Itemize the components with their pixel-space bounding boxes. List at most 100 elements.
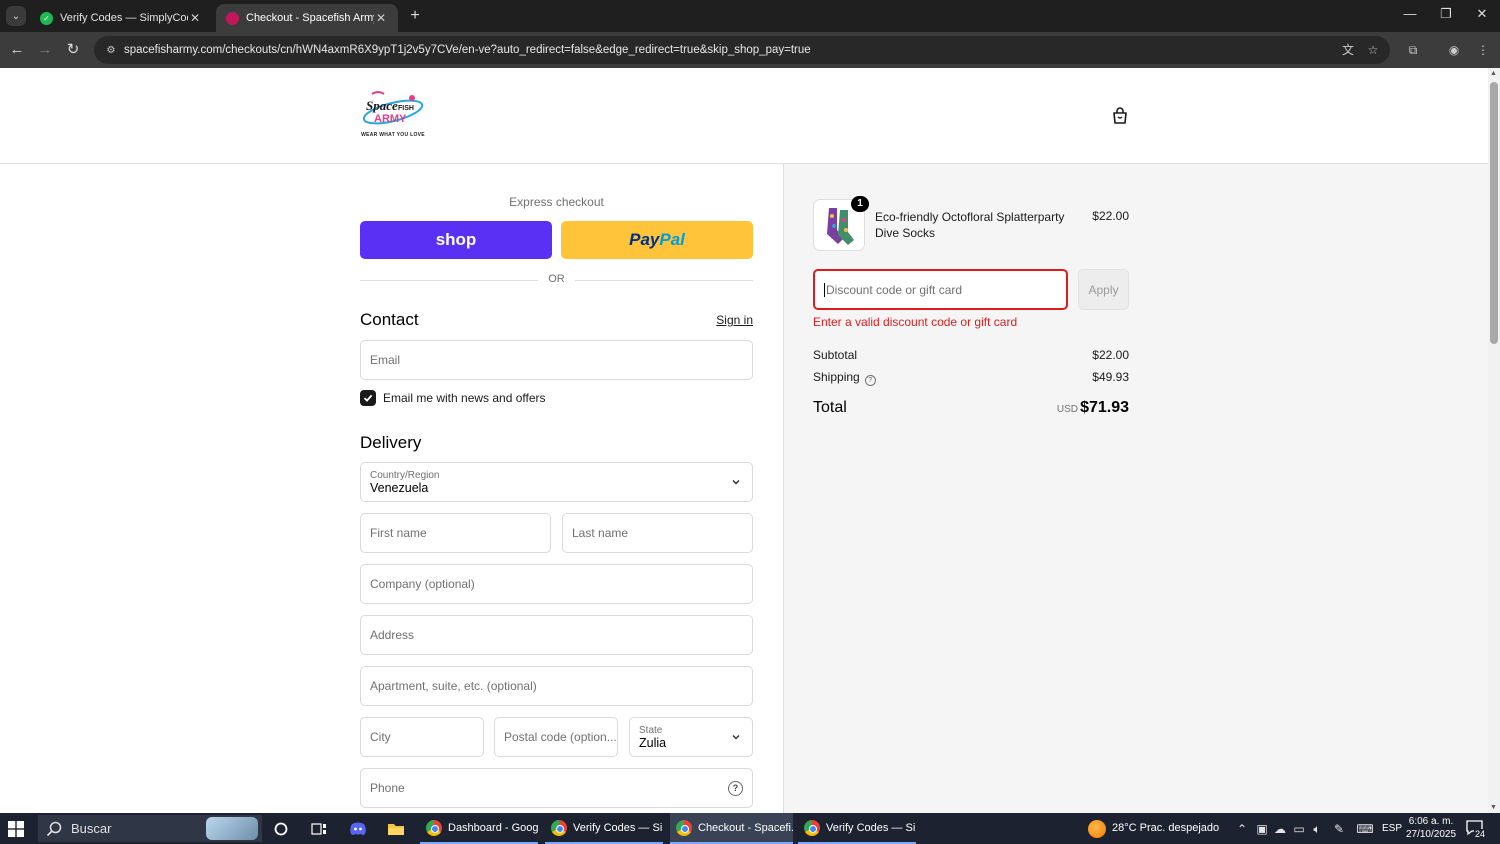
shipping-info-icon[interactable]: ?: [864, 375, 876, 386]
contact-title: Contact: [360, 310, 419, 329]
text-caret: [824, 282, 825, 297]
tab-title: Checkout - Spacefish Army: [246, 12, 374, 24]
subtotal-value: $22.00: [1092, 348, 1129, 362]
apartment-field[interactable]: Apartment, suite, etc. (optional): [360, 666, 753, 706]
network-icon[interactable]: ▭: [1290, 820, 1308, 838]
taskbar-clock[interactable]: 6:06 a. m. 27/10/2025: [1400, 815, 1462, 841]
state-value: Zulia: [639, 735, 667, 750]
search-highlight-image: [206, 817, 258, 840]
browser-toolbar: ← → ↻ ⚙ spacefisharmy.com/checkouts/cn/h…: [0, 32, 1500, 68]
city-field[interactable]: City: [360, 717, 484, 757]
restore-icon[interactable]: ❐: [1435, 6, 1457, 22]
volume-icon[interactable]: 🔈︎: [1308, 820, 1326, 838]
logo-tagline: WEAR WHAT YOU LOVE: [361, 132, 425, 138]
postal-code-field[interactable]: Postal code (option...: [494, 717, 618, 757]
chevron-down-icon: [732, 734, 740, 740]
tab-checkout[interactable]: Checkout - Spacefish Army ✕: [216, 4, 398, 32]
menu-kebab-icon[interactable]: ⋮: [1474, 41, 1492, 59]
email-field[interactable]: Email: [360, 340, 753, 380]
task-view-icon[interactable]: [310, 820, 328, 838]
country-select[interactable]: Country/Region Venezuela: [360, 462, 753, 502]
windows-start-icon[interactable]: [8, 821, 24, 837]
help-question-icon[interactable]: ?: [728, 781, 743, 796]
reload-icon[interactable]: ↻: [63, 40, 83, 60]
simplycodes-favicon-icon: ✓: [40, 11, 53, 25]
bookmark-star-icon[interactable]: ☆: [1364, 41, 1382, 59]
tab-search-icon[interactable]: ⌄: [6, 6, 26, 26]
state-select[interactable]: State Zulia: [629, 717, 753, 757]
paypal-pal-label: Pal: [659, 230, 685, 249]
shopping-bag-icon[interactable]: [1110, 106, 1130, 126]
page-scrollbar[interactable]: ▲ ▼: [1488, 68, 1500, 813]
chrome-icon: [426, 819, 442, 836]
chrome-icon: [551, 819, 567, 836]
input-language[interactable]: ESP: [1382, 823, 1402, 834]
url-text[interactable]: spacefisharmy.com/checkouts/cn/hWN4axmR6…: [124, 44, 811, 56]
scroll-down-arrow-icon[interactable]: ▼: [1490, 804, 1497, 811]
discount-code-input[interactable]: Discount code or gift card: [813, 269, 1068, 310]
scroll-up-arrow-icon[interactable]: ▲: [1490, 70, 1497, 77]
close-tab-icon[interactable]: ✕: [374, 11, 388, 25]
translate-icon[interactable]: 文: [1339, 41, 1357, 59]
newsletter-label: Email me with news and offers: [383, 391, 546, 405]
taskbar-app-verify-codes[interactable]: Verify Codes — Sim...: [545, 813, 663, 844]
subtotal-label: Subtotal: [813, 348, 858, 362]
close-window-icon[interactable]: ✕: [1471, 6, 1493, 22]
weather-text[interactable]: 28°C Prac. despejado: [1112, 822, 1219, 834]
apply-discount-button[interactable]: Apply: [1078, 269, 1129, 310]
windows-taskbar: Buscar Dashboard - Googl... Verify Codes…: [0, 813, 1500, 844]
discord-icon[interactable]: [349, 820, 367, 838]
paypal-button[interactable]: Pay Pal: [561, 221, 753, 259]
phone-field[interactable]: Phone ?: [360, 768, 753, 808]
shipping-row: Shipping?: [813, 370, 876, 386]
or-divider: OR: [360, 273, 753, 287]
onedrive-cloud-icon[interactable]: ☁: [1271, 820, 1289, 838]
discount-error-message: Enter a valid discount code or gift card: [813, 315, 1018, 329]
country-value: Venezuela: [370, 480, 429, 495]
taskbar-app-title: Dashboard - Googl...: [448, 821, 538, 834]
meet-now-icon[interactable]: ▣: [1253, 820, 1271, 838]
back-arrow-icon[interactable]: ←: [7, 40, 27, 60]
company-field[interactable]: Company (optional): [360, 564, 753, 604]
tab-verify-codes[interactable]: ✓ Verify Codes — SimplyCodes ✕: [30, 4, 212, 32]
checkout-header: Space FISH ARMY WEAR WHAT YOU LOVE: [0, 68, 1488, 164]
tray-chevron-up-icon[interactable]: ⌃: [1233, 820, 1251, 838]
close-tab-icon[interactable]: ✕: [188, 11, 202, 25]
taskbar-app-verify-codes-2[interactable]: Verify Codes — Sim...: [798, 813, 916, 844]
cortana-circle-icon[interactable]: [272, 820, 290, 838]
last-name-field[interactable]: Last name: [562, 513, 753, 553]
address-bar[interactable]: ⚙ spacefisharmy.com/checkouts/cn/hWN4axm…: [94, 36, 1390, 64]
spacefish-favicon-icon: [226, 11, 239, 25]
sign-in-link[interactable]: Sign in: [700, 313, 753, 327]
product-name: Eco-friendly Octofloral Splatterparty Di…: [875, 210, 1065, 240]
weather-sun-icon[interactable]: [1088, 820, 1106, 838]
discount-placeholder: Discount code or gift card: [826, 282, 963, 297]
taskbar-app-title: Checkout - Spacefi...: [698, 821, 793, 834]
taskbar-app-dashboard[interactable]: Dashboard - Googl...: [420, 813, 538, 844]
site-info-icon[interactable]: ⚙: [102, 41, 120, 59]
extensions-icon[interactable]: ⧉: [1404, 41, 1422, 59]
new-tab-plus-icon[interactable]: +: [405, 6, 425, 26]
shop-pay-button[interactable]: shop: [360, 221, 552, 259]
first-name-field[interactable]: First name: [360, 513, 551, 553]
newsletter-checkbox[interactable]: [360, 390, 376, 406]
total-value: $71.93: [1080, 399, 1129, 416]
forward-arrow-icon[interactable]: →: [35, 40, 55, 60]
taskbar-app-checkout[interactable]: Checkout - Spacefi...: [670, 813, 793, 844]
taskbar-search[interactable]: Buscar: [38, 815, 262, 842]
shop-pay-label: shop: [435, 230, 477, 249]
clock-date: 27/10/2025: [1405, 829, 1457, 840]
search-icon: [46, 821, 62, 836]
file-explorer-icon[interactable]: [387, 820, 405, 838]
state-label: State: [639, 724, 663, 736]
spacefish-army-logo[interactable]: Space FISH ARMY WEAR WHAT YOU LOVE: [360, 88, 426, 144]
scrollbar-thumb[interactable]: [1490, 82, 1498, 344]
total-label: Total: [813, 399, 847, 416]
profile-icon[interactable]: ◉: [1445, 41, 1463, 59]
pen-icon[interactable]: ✎: [1330, 820, 1348, 838]
newsletter-checkbox-row[interactable]: Email me with news and offers: [360, 390, 546, 406]
address-field[interactable]: Address: [360, 615, 753, 655]
minimize-icon[interactable]: —: [1399, 6, 1421, 21]
keyboard-icon[interactable]: ⌨: [1355, 820, 1375, 838]
phone-placeholder: Phone: [370, 781, 405, 795]
